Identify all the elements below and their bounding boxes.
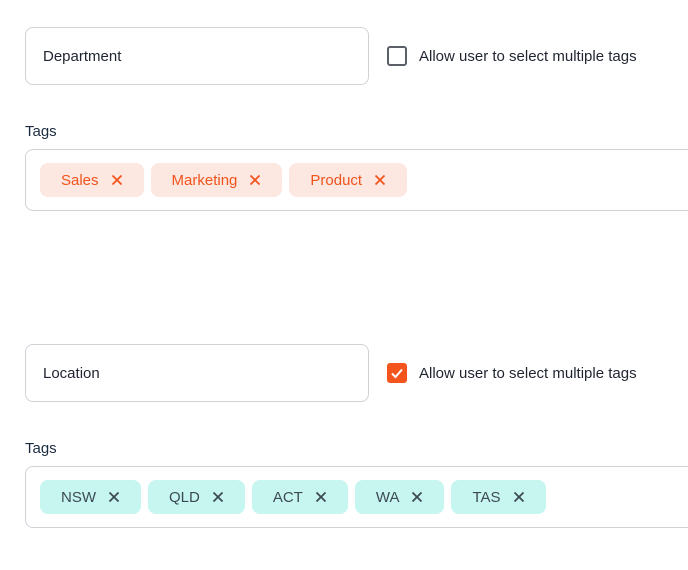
close-icon[interactable] [315, 491, 327, 503]
tag-chip-tas: TAS [451, 480, 546, 514]
close-icon[interactable] [411, 491, 423, 503]
close-icon[interactable] [249, 174, 261, 186]
tag-group-header: Allow user to select multiple tags [0, 27, 688, 85]
tag-chip-label: QLD [169, 488, 200, 506]
tag-group-header: Allow user to select multiple tags [0, 344, 688, 402]
tag-chip-label: Sales [61, 171, 99, 189]
tag-chip-nsw: NSW [40, 480, 141, 514]
tag-chip-label: ACT [272, 488, 303, 506]
close-icon[interactable] [212, 491, 224, 503]
tags-label: Tags [25, 440, 57, 457]
tag-chip-act: ACT [251, 480, 348, 514]
checkmark-icon [391, 368, 403, 379]
tags-field[interactable]: NSW QLD ACT WA TAS [25, 466, 688, 528]
tag-chip-product: Product [289, 163, 408, 197]
close-icon[interactable] [374, 174, 386, 186]
tag-chip-qld: QLD [148, 480, 245, 514]
tag-chip-marketing: Marketing [150, 163, 283, 197]
tag-group-name-input[interactable] [25, 344, 369, 402]
tag-chip-sales: Sales [40, 163, 144, 197]
multi-select-checkbox[interactable] [387, 363, 407, 383]
multi-select-checkbox[interactable] [387, 46, 407, 66]
close-icon[interactable] [111, 174, 123, 186]
multi-select-toggle[interactable]: Allow user to select multiple tags [387, 46, 637, 66]
tag-chip-label: Product [310, 171, 363, 189]
tag-chip-label: WA [375, 488, 400, 506]
close-icon[interactable] [108, 491, 120, 503]
tags-label: Tags [25, 123, 57, 140]
tag-chip-wa: WA [354, 480, 445, 514]
tag-chip-label: TAS [472, 488, 501, 506]
close-icon[interactable] [513, 491, 525, 503]
tag-chip-label: Marketing [171, 171, 238, 189]
tag-group-department: Allow user to select multiple tags Tags … [0, 27, 688, 211]
multi-select-toggle[interactable]: Allow user to select multiple tags [387, 363, 637, 383]
tag-group-location: Allow user to select multiple tags Tags … [0, 344, 688, 528]
tags-field[interactable]: Sales Marketing Product [25, 149, 688, 211]
tag-chip-label: NSW [61, 488, 96, 506]
multi-select-label: Allow user to select multiple tags [419, 364, 637, 382]
multi-select-label: Allow user to select multiple tags [419, 47, 637, 65]
tag-group-name-input[interactable] [25, 27, 369, 85]
